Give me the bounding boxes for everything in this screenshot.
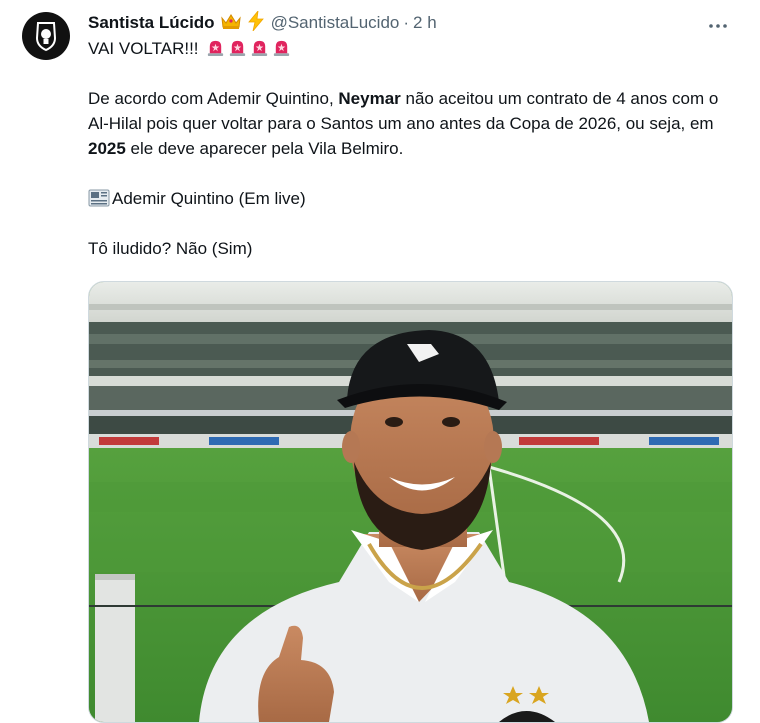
police-light-icon (252, 40, 268, 57)
lightbulb-shield-icon (35, 22, 57, 52)
tweet-question: Tô iludido? Não (Sim) (88, 239, 253, 258)
paragraph-text: De acordo com Ademir Quintino, (88, 89, 339, 108)
bold-year: 2025 (88, 139, 126, 158)
source-text: Ademir Quintino (Em live) (112, 189, 306, 208)
paragraph-text: ele deve aparecer pela Vila Belmiro. (125, 139, 404, 158)
police-light-icon (274, 40, 290, 57)
display-name[interactable]: Santista Lúcido (88, 13, 215, 33)
separator: · (403, 13, 410, 32)
avatar[interactable] (22, 12, 70, 60)
timestamp[interactable]: 2 h (413, 13, 437, 33)
tweet-paragraph-main: De acordo com Ademir Quintino, Neymar nã… (88, 86, 738, 161)
lightning-icon (247, 9, 265, 36)
mention-bold-neymar: Neymar (338, 89, 401, 108)
user-handle[interactable]: @SantistaLucido (271, 13, 400, 33)
police-light-icon (208, 40, 224, 57)
tweet-text: VAI VOLTAR!!! De acordo com Ademir Quint… (88, 36, 738, 261)
more-button[interactable] (706, 14, 730, 38)
tweet-header: Santista Lúcido @SantistaLucido · 2 h (88, 9, 738, 36)
crown-icon (220, 12, 242, 35)
tweet-line-headline: VAI VOLTAR!!! (88, 36, 738, 61)
tweet[interactable]: Santista Lúcido @SantistaLucido · 2 h VA… (0, 0, 760, 723)
police-light-icon (230, 40, 246, 57)
more-dots-icon (709, 24, 727, 28)
newspaper-icon (88, 189, 110, 207)
tweet-media-photo[interactable] (88, 281, 733, 723)
tweet-source-line: Ademir Quintino (Em live) (88, 186, 738, 211)
tweet-body: Santista Lúcido @SantistaLucido · 2 h VA… (88, 9, 738, 261)
photo-illustration (89, 282, 732, 722)
headline-text: VAI VOLTAR!!! (88, 39, 199, 58)
